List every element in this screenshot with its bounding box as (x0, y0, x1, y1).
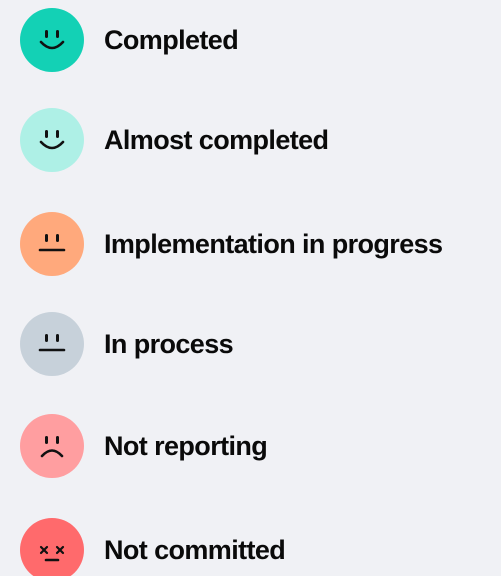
neutral-face-icon (20, 212, 84, 276)
legend-item-implementation-in-progress: Implementation in progress (20, 212, 443, 276)
legend-label-not-committed: Not committed (104, 534, 286, 565)
legend-item-almost-completed: Almost completed (20, 108, 329, 172)
legend-label-in-process: In process (104, 328, 234, 359)
legend-label-not-reporting: Not reporting (104, 430, 268, 461)
legend-label-implementation-in-progress: Implementation in progress (104, 228, 443, 259)
legend-label-completed: Completed (104, 24, 239, 55)
smiling-face-icon (20, 108, 84, 172)
legend-item-completed: Completed (20, 8, 239, 72)
smiling-face-icon (20, 8, 84, 72)
frowning-face-icon (20, 414, 84, 478)
neutral-face-icon (20, 312, 84, 376)
dizzy-face-icon (20, 518, 84, 576)
legend-item-not-reporting: Not reporting (20, 414, 268, 478)
legend-item-in-process: In process (20, 312, 234, 376)
legend-item-not-committed: Not committed (20, 518, 286, 576)
legend-label-almost-completed: Almost completed (104, 124, 329, 155)
status-legend: Completed Almost completed Implementatio… (0, 0, 501, 576)
